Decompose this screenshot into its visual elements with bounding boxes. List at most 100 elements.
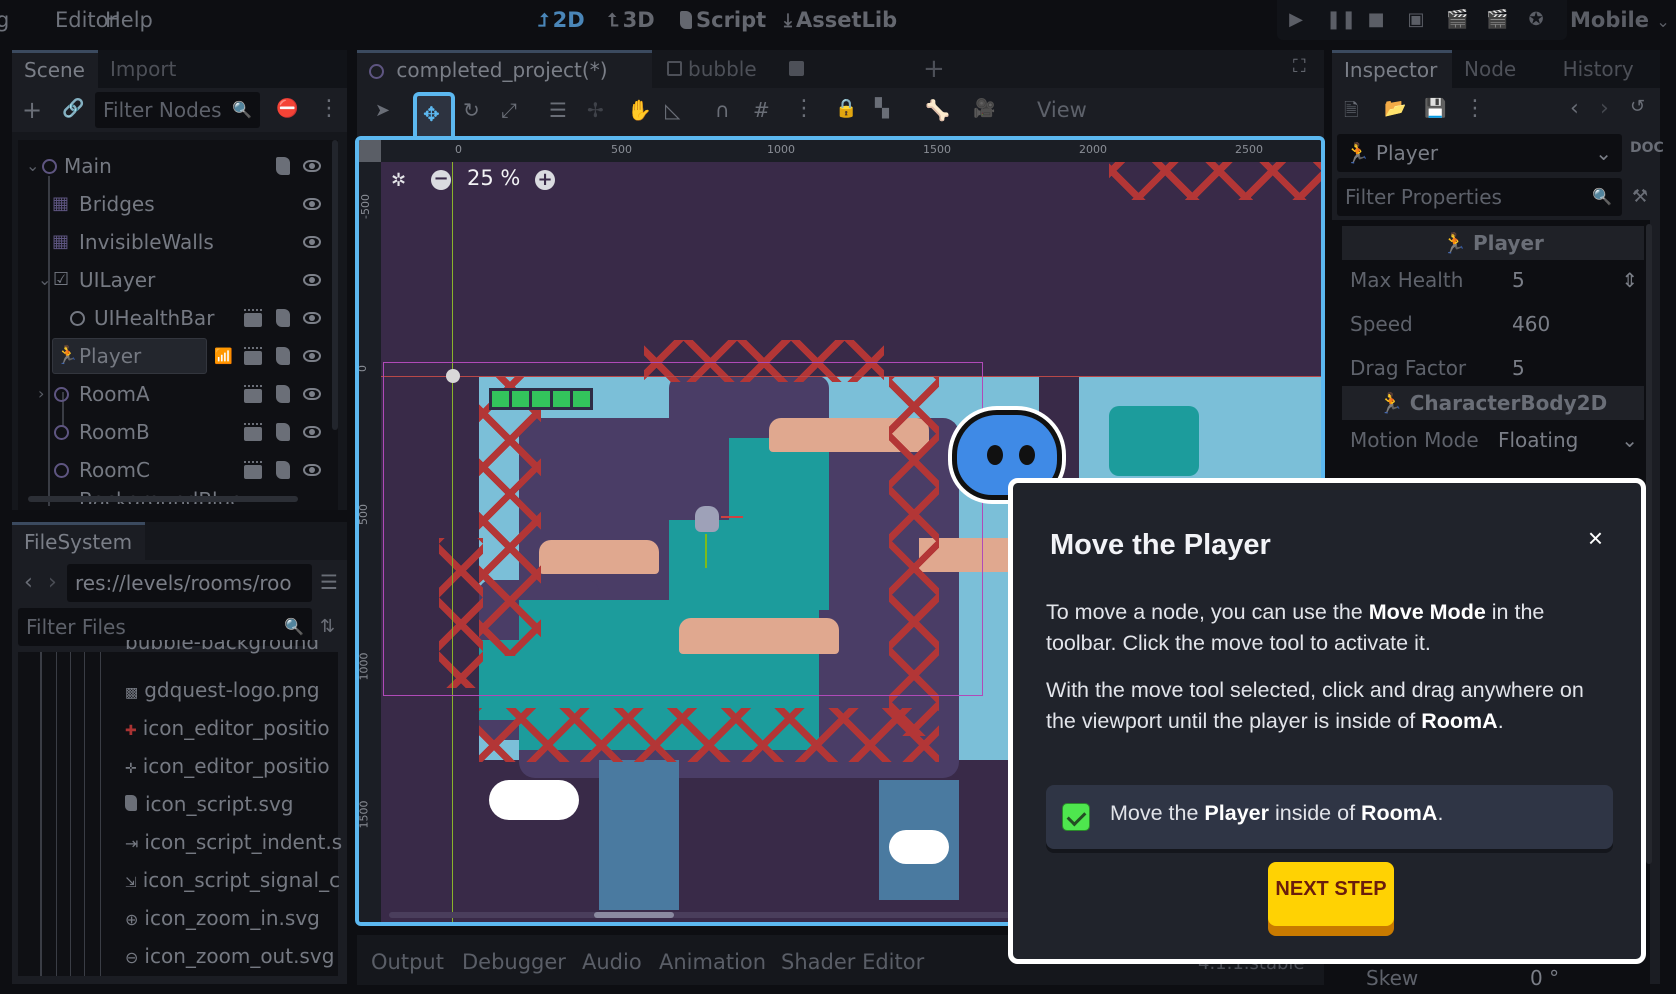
doc-icon[interactable]: DOC	[1630, 140, 1664, 156]
bottom-tab-animation[interactable]: Animation	[659, 950, 766, 974]
tab-import[interactable]: Import	[98, 50, 347, 88]
list-select-icon[interactable]: ☰	[549, 98, 567, 122]
chevron-down-icon[interactable]: ⌄	[26, 148, 39, 184]
main-screen-2d[interactable]: ⮥ 2D	[538, 8, 585, 32]
section-player[interactable]: 🏃 Player	[1342, 226, 1644, 260]
remote-debug-icon[interactable]: ▣	[1406, 10, 1426, 30]
forward-icon[interactable]: ›	[1600, 96, 1609, 121]
instance-icon[interactable]	[244, 461, 262, 479]
tab-scene[interactable]: Scene	[12, 50, 98, 88]
open-folder-icon[interactable]: 📂	[1384, 98, 1406, 119]
group-icon[interactable]: ▚	[875, 98, 889, 119]
visibility-icon[interactable]	[303, 236, 321, 248]
link-icon[interactable]: 🔗	[62, 98, 84, 119]
chevron-right-icon[interactable]: ›	[38, 376, 44, 412]
grid-snap-icon[interactable]: #	[753, 98, 770, 122]
forward-icon[interactable]: ›	[48, 570, 57, 595]
tree-item-roomc[interactable]: RoomC	[18, 452, 328, 488]
bottom-tab-audio[interactable]: Audio	[582, 950, 642, 974]
lock-icon[interactable]: 🔒	[835, 98, 857, 119]
property-drag-factor[interactable]: Drag Factor 5	[1350, 348, 1650, 388]
new-resource-icon[interactable]: 🗎	[1344, 98, 1358, 128]
play-scene-icon[interactable]: 🎬	[1446, 10, 1468, 30]
tree-h-scrollbar[interactable]	[28, 496, 298, 502]
movie-maker-icon[interactable]: ✪	[1526, 10, 1546, 30]
object-selector[interactable]: 🏃 Player ⌄	[1337, 134, 1622, 172]
more-icon[interactable]: ⋮	[793, 96, 815, 121]
tree-item-main[interactable]: ⌄ Main	[18, 148, 328, 184]
spinbox-arrows-icon[interactable]: ⇕	[1621, 260, 1638, 300]
instance-icon[interactable]	[244, 347, 262, 365]
menu-help[interactable]: Help	[105, 8, 153, 32]
bottom-tab-debugger[interactable]: Debugger	[462, 950, 566, 974]
tree-item-player[interactable]: 🏃 Player 📶	[18, 338, 328, 374]
property-max-health[interactable]: Max Health 5 ⇕	[1350, 260, 1650, 300]
pivot-icon[interactable]: ✢	[587, 98, 604, 122]
tree-item-bridges[interactable]: ▦ Bridges	[18, 186, 328, 222]
back-icon[interactable]: ‹	[1570, 96, 1579, 121]
file-item[interactable]: ⊕ icon_zoom_in.svg	[125, 906, 345, 930]
filter-nodes-input[interactable]: Filter Nodes 🔍	[95, 92, 260, 128]
script-icon[interactable]	[276, 385, 290, 403]
property-speed[interactable]: Speed 460	[1350, 304, 1650, 344]
file-item[interactable]: bubble-background	[125, 640, 319, 654]
script-icon[interactable]	[276, 423, 290, 441]
instance-icon[interactable]	[244, 309, 262, 327]
main-screen-3d[interactable]: ⮤ 3D	[608, 8, 655, 32]
script-icon[interactable]	[276, 347, 290, 365]
add-node-icon[interactable]: +	[22, 96, 42, 124]
more-icon[interactable]: ⋮	[318, 96, 340, 121]
bottom-tab-output[interactable]: Output	[371, 950, 444, 974]
file-item[interactable]: ⇥ icon_script_indent.s	[125, 830, 345, 854]
script-icon[interactable]	[276, 309, 290, 327]
menu-debug[interactable]: g	[0, 8, 9, 32]
signal-icon[interactable]: 📶	[214, 338, 233, 374]
path-field[interactable]: res://levels/rooms/roo	[67, 564, 312, 602]
distraction-free-icon[interactable]: ⛶	[1293, 56, 1306, 77]
pause-icon[interactable]: ❚❚	[1326, 10, 1356, 30]
ruler-vertical[interactable]: -500 0 500 1000 1500	[359, 140, 381, 922]
zoom-reset-icon[interactable]: ✲	[391, 170, 406, 191]
scale-icon[interactable]: ⤢	[501, 98, 517, 122]
save-icon[interactable]: 💾	[1424, 98, 1446, 119]
tab-inspector[interactable]: Inspector	[1332, 50, 1452, 88]
file-item[interactable]: ✚ icon_editor_positio	[125, 716, 345, 740]
file-item[interactable]: ▩ gdquest-logo.png	[125, 678, 345, 702]
bottom-tab-shader-editor[interactable]: Shader Editor	[781, 950, 924, 974]
chevron-down-icon[interactable]: ⌄	[1621, 420, 1638, 460]
camera-icon[interactable]: 🎥	[973, 98, 995, 119]
play-icon[interactable]: ▶	[1286, 10, 1306, 30]
add-tab-icon[interactable]: +	[923, 54, 945, 84]
property-skew[interactable]: Skew 0 °	[1350, 966, 1650, 986]
instance-icon[interactable]	[244, 385, 262, 403]
history-icon[interactable]: ↺	[1630, 96, 1645, 117]
tab-filesystem[interactable]: FileSystem	[12, 522, 145, 560]
script-remove-icon[interactable]: ⛔	[276, 98, 298, 119]
stop-icon[interactable]: ■	[1366, 10, 1386, 30]
visibility-icon[interactable]	[303, 464, 321, 476]
next-step-button[interactable]: NEXT STEP	[1268, 862, 1394, 926]
tree-item-uilayer[interactable]: ⌄ ☑ UILayer	[18, 262, 328, 298]
file-item[interactable]: ⊖ icon_zoom_out.svg	[125, 944, 345, 968]
ruler-icon[interactable]: ◺	[665, 98, 680, 122]
visibility-icon[interactable]	[303, 274, 321, 286]
zoom-level[interactable]: 25 %	[467, 166, 520, 190]
visibility-icon[interactable]	[303, 426, 321, 438]
file-item[interactable]: icon_script.svg	[125, 792, 345, 816]
renderer-select[interactable]: Mobile ⌄	[1570, 8, 1670, 32]
tab-completed-project[interactable]: completed_project(*) ✕	[357, 50, 652, 116]
task-checkbox[interactable]	[1062, 803, 1090, 831]
visibility-icon[interactable]	[303, 160, 321, 172]
sort-icon[interactable]: ⇅	[320, 616, 335, 637]
tree-item-roomb[interactable]: RoomB	[18, 414, 328, 450]
view-menu[interactable]: View	[1037, 98, 1087, 122]
tab-node[interactable]: Node History	[1452, 50, 1660, 88]
tree-item-invisiblewalls[interactable]: ▦ InvisibleWalls	[18, 224, 328, 260]
script-icon[interactable]	[276, 461, 290, 479]
select-icon[interactable]: ➤	[375, 100, 390, 121]
tab-highlight[interactable]: highlight	[777, 50, 907, 119]
script-icon[interactable]	[276, 157, 290, 175]
visibility-icon[interactable]	[303, 350, 321, 362]
visibility-icon[interactable]	[303, 312, 321, 324]
bone-icon[interactable]: 🦴	[925, 98, 950, 122]
